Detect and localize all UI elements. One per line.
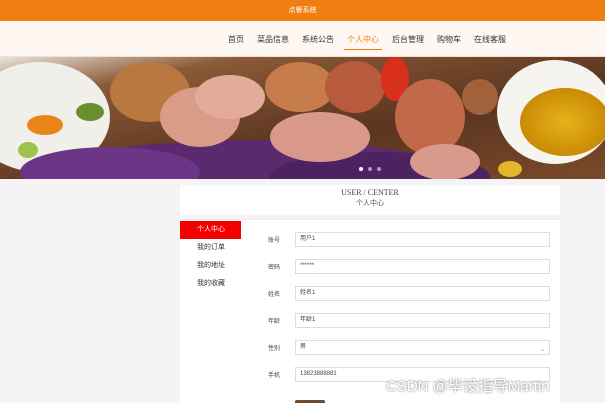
form-row-account: 账号 用户1: [268, 232, 550, 247]
app-title: 点餐系统: [288, 7, 317, 14]
nav-cart[interactable]: 购物车: [437, 34, 461, 45]
form-row-age: 年龄 年龄1: [268, 313, 550, 328]
nav-personal-center[interactable]: 个人中心: [344, 34, 382, 50]
nav-announcements[interactable]: 系统公告: [302, 34, 334, 45]
sidebar-item-my-favorites[interactable]: 我的收藏: [180, 275, 241, 293]
form-row-name: 姓名 姓名1: [268, 286, 550, 301]
top-banner: 点餐系统: [0, 0, 605, 21]
user-sidebar: 个人中心 我的订单 我的地址 我的收藏: [180, 221, 241, 293]
hero-banner-image[interactable]: [0, 57, 605, 179]
form-row-password: 密码 ******: [268, 259, 550, 274]
age-field[interactable]: 年龄1: [295, 313, 550, 328]
section-title-cn: 个人中心: [356, 199, 384, 207]
age-label: 年龄: [268, 319, 281, 325]
form-row-gender: 性别 男 ⌄: [268, 340, 550, 355]
gender-select[interactable]: 男 ⌄: [295, 340, 550, 355]
password-field[interactable]: ******: [295, 259, 550, 274]
food-photo: [0, 57, 605, 179]
password-label: 密码: [268, 265, 281, 271]
carousel-dot[interactable]: [377, 167, 381, 171]
section-header: USER / CENTER 个人中心: [180, 185, 560, 215]
name-field[interactable]: 姓名1: [295, 286, 550, 301]
nav-bar: 首页 菜品信息 系统公告 个人中心 后台管理 购物车 在线客服: [0, 21, 605, 57]
chevron-down-icon: ⌄: [539, 347, 545, 353]
nav-dishes[interactable]: 菜品信息: [257, 34, 289, 45]
carousel-dot[interactable]: [359, 167, 363, 171]
nav-home[interactable]: 首页: [228, 34, 244, 45]
main-nav: 首页 菜品信息 系统公告 个人中心 后台管理 购物车 在线客服: [228, 21, 519, 57]
sidebar-item-personal-center[interactable]: 个人中心: [180, 221, 241, 239]
carousel-dot[interactable]: [368, 167, 372, 171]
csdn-watermark: CSDN @毕设指导Martin: [386, 378, 550, 395]
sidebar-item-my-address[interactable]: 我的地址: [180, 257, 241, 275]
account-field[interactable]: 用户1: [295, 232, 550, 247]
carousel-indicators: [359, 167, 381, 171]
gender-value: 男: [300, 344, 307, 350]
nav-customer-service[interactable]: 在线客服: [474, 34, 506, 45]
sidebar-item-my-orders[interactable]: 我的订单: [180, 239, 241, 257]
phone-label: 手机: [268, 373, 281, 379]
account-label: 账号: [268, 238, 281, 244]
name-label: 姓名: [268, 292, 281, 298]
gender-label: 性别: [268, 346, 281, 352]
nav-admin[interactable]: 后台管理: [392, 34, 424, 45]
section-title-en: USER / CENTER: [341, 188, 399, 197]
profile-form: 账号 用户1 密码 ****** 姓名 姓名1 年龄 年龄1 性别 男 ⌄ 手机…: [268, 232, 550, 394]
